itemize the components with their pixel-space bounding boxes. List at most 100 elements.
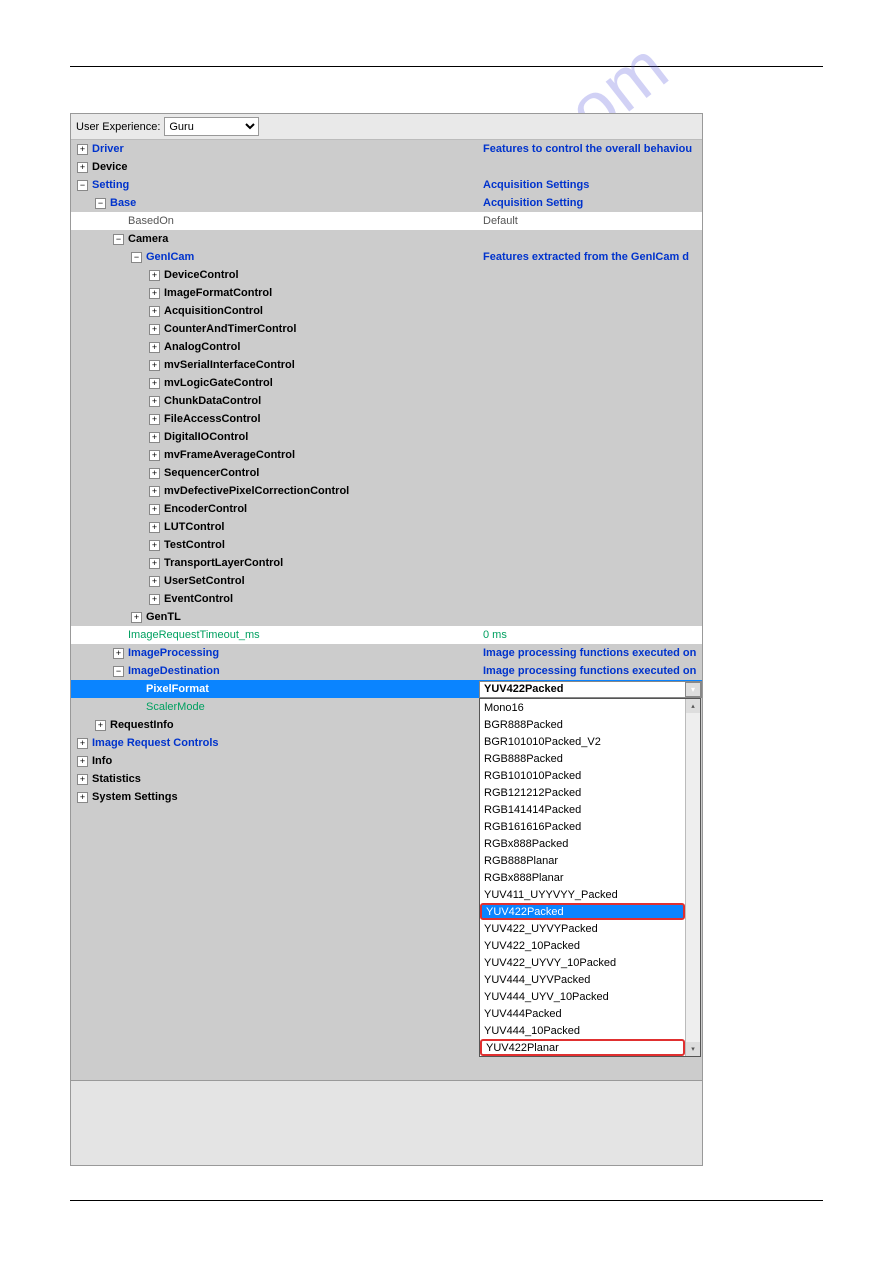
tree-row[interactable]: +EventControl (71, 590, 702, 608)
dropdown-option[interactable]: YUV444_UYVPacked (480, 971, 685, 988)
scroll-down-icon[interactable]: ▾ (686, 1042, 700, 1056)
tree-node-label: Setting (92, 179, 129, 191)
expand-icon[interactable]: + (149, 576, 160, 587)
expand-icon[interactable]: + (149, 270, 160, 281)
collapse-icon[interactable]: − (113, 666, 124, 677)
tree-row[interactable]: +DigitalIOControl (71, 428, 702, 446)
dropdown-option[interactable]: RGB141414Packed (480, 801, 685, 818)
expand-icon[interactable]: + (113, 648, 124, 659)
dropdown-option[interactable]: YUV422Planar (480, 1039, 685, 1056)
tree-row[interactable]: +GenTL (71, 608, 702, 626)
dropdown-option[interactable]: YUV444Packed (480, 1005, 685, 1022)
tree-row[interactable]: + mvSerialInterfaceControl (71, 356, 702, 374)
dropdown-option[interactable]: YUV444_UYV_10Packed (480, 988, 685, 1005)
expand-icon[interactable]: + (77, 162, 88, 173)
tree-row[interactable]: +DriverFeatures to control the overall b… (71, 140, 702, 158)
dropdown-option[interactable]: YUV422_UYVY_10Packed (480, 954, 685, 971)
tree-row[interactable]: +EncoderControl (71, 500, 702, 518)
tree-row[interactable]: +UserSetControl (71, 572, 702, 590)
user-experience-select[interactable]: Guru (164, 117, 259, 136)
expand-icon[interactable]: + (77, 792, 88, 803)
expand-icon[interactable]: + (149, 486, 160, 497)
dropdown-option[interactable]: RGBx888Planar (480, 869, 685, 886)
dropdown-option[interactable]: YUV411_UYYVYY_Packed (480, 886, 685, 903)
dropdown-option[interactable]: Mono16 (480, 699, 685, 716)
expand-icon[interactable]: + (149, 396, 160, 407)
tree-row[interactable]: −SettingAcquisition Settings (71, 176, 702, 194)
expand-icon[interactable]: + (149, 360, 160, 371)
tree-node-label: Image Request Controls (92, 737, 219, 749)
tree-node-label: AcquisitionControl (164, 305, 263, 317)
dropdown-option[interactable]: YUV422Packed (480, 903, 685, 920)
tree-row[interactable]: PixelFormatYUV422Packed▾ (71, 680, 702, 698)
expand-icon[interactable]: + (149, 468, 160, 479)
collapse-icon[interactable]: − (131, 252, 142, 263)
expand-icon[interactable]: + (149, 432, 160, 443)
dropdown-option[interactable]: YUV422_UYVYPacked (480, 920, 685, 937)
tree-node-value: Image processing functions executed on (483, 647, 696, 659)
tree-row[interactable]: +SequencerControl (71, 464, 702, 482)
tree-row[interactable]: +AnalogControl (71, 338, 702, 356)
tree-row[interactable]: +ImageProcessingImage processing functio… (71, 644, 702, 662)
scroll-up-icon[interactable]: ▴ (686, 699, 700, 713)
dropdown-option[interactable]: RGB888Packed (480, 750, 685, 767)
expand-icon[interactable]: + (95, 720, 106, 731)
chevron-down-icon[interactable]: ▾ (685, 682, 701, 697)
collapse-icon[interactable]: − (113, 234, 124, 245)
tree-node-label: RequestInfo (110, 719, 174, 731)
tree-row[interactable]: −GenICamFeatures extracted from the GenI… (71, 248, 702, 266)
tree-node-label: mvSerialInterfaceControl (164, 359, 295, 371)
expand-icon[interactable]: + (149, 522, 160, 533)
tree-row[interactable]: +TestControl (71, 536, 702, 554)
tree-row[interactable]: +LUTControl (71, 518, 702, 536)
expand-icon[interactable]: + (149, 540, 160, 551)
expand-icon[interactable]: + (149, 288, 160, 299)
dropdown-scrollbar[interactable]: ▴ ▾ (685, 699, 700, 1056)
tree-row[interactable]: +DeviceControl (71, 266, 702, 284)
pixelformat-dropdown[interactable]: Mono16BGR888PackedBGR101010Packed_V2RGB8… (479, 698, 701, 1057)
tree-row[interactable]: +ImageFormatControl (71, 284, 702, 302)
tree-row[interactable]: −BaseAcquisition Setting (71, 194, 702, 212)
dropdown-option[interactable]: BGR101010Packed_V2 (480, 733, 685, 750)
property-tree[interactable]: +DriverFeatures to control the overall b… (71, 140, 702, 1080)
expand-icon[interactable]: + (149, 342, 160, 353)
tree-row[interactable]: +TransportLayerControl (71, 554, 702, 572)
tree-row[interactable]: +CounterAndTimerControl (71, 320, 702, 338)
dropdown-option[interactable]: YUV422_10Packed (480, 937, 685, 954)
tree-row[interactable]: +mvFrameAverageControl (71, 446, 702, 464)
tree-row[interactable]: −Camera (71, 230, 702, 248)
tree-node-value: Features extracted from the GenICam d (483, 251, 689, 263)
expand-icon[interactable]: + (77, 738, 88, 749)
collapse-icon[interactable]: − (95, 198, 106, 209)
dropdown-option[interactable]: YUV444_10Packed (480, 1022, 685, 1039)
expand-icon[interactable]: + (77, 144, 88, 155)
tree-row[interactable]: + AcquisitionControl (71, 302, 702, 320)
dropdown-option[interactable]: RGB161616Packed (480, 818, 685, 835)
tree-row[interactable]: +FileAccessControl (71, 410, 702, 428)
tree-row[interactable]: ImageRequestTimeout_ms0 ms (71, 626, 702, 644)
tree-row[interactable]: +Device (71, 158, 702, 176)
expand-icon[interactable]: + (149, 558, 160, 569)
dropdown-option[interactable]: RGB101010Packed (480, 767, 685, 784)
dropdown-option[interactable]: RGB888Planar (480, 852, 685, 869)
expand-icon[interactable]: + (77, 774, 88, 785)
expand-icon[interactable]: + (149, 594, 160, 605)
tree-row[interactable]: +mvDefectivePixelCorrectionControl (71, 482, 702, 500)
expand-icon[interactable]: + (149, 306, 160, 317)
expand-icon[interactable]: + (149, 378, 160, 389)
property-grid-window: User Experience: Guru +DriverFeatures to… (70, 113, 703, 1166)
expand-icon[interactable]: + (149, 504, 160, 515)
expand-icon[interactable]: + (149, 414, 160, 425)
tree-row[interactable]: +mvLogicGateControl (71, 374, 702, 392)
tree-row[interactable]: BasedOnDefault (71, 212, 702, 230)
dropdown-option[interactable]: RGBx888Packed (480, 835, 685, 852)
expand-icon[interactable]: + (77, 756, 88, 767)
expand-icon[interactable]: + (149, 324, 160, 335)
dropdown-option[interactable]: BGR888Packed (480, 716, 685, 733)
expand-icon[interactable]: + (131, 612, 142, 623)
expand-icon[interactable]: + (149, 450, 160, 461)
tree-row[interactable]: −ImageDestinationImage processing functi… (71, 662, 702, 680)
tree-row[interactable]: +ChunkDataControl (71, 392, 702, 410)
dropdown-option[interactable]: RGB121212Packed (480, 784, 685, 801)
collapse-icon[interactable]: − (77, 180, 88, 191)
